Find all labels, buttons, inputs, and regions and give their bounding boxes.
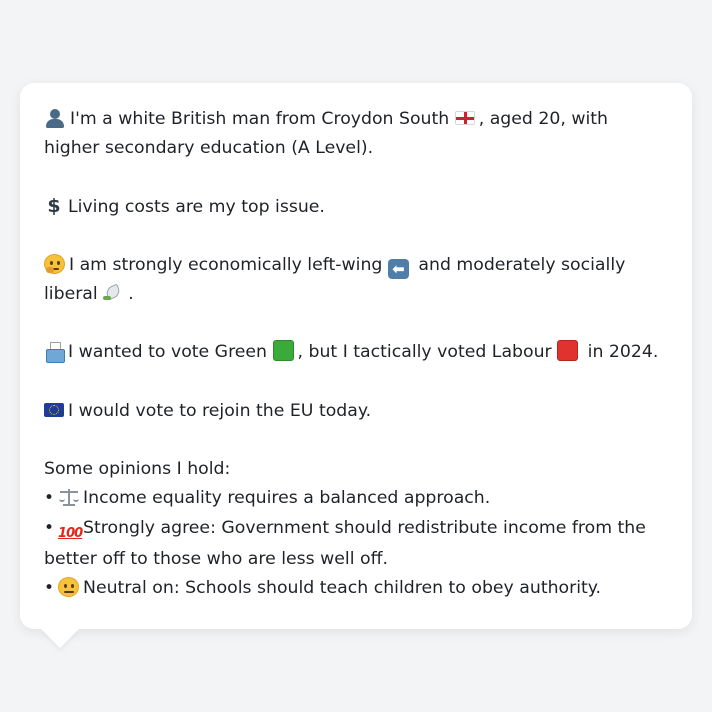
eu-flag-icon <box>44 402 64 417</box>
opinion-item: • Income equality requires a balanced app… <box>44 484 668 513</box>
eu-text: I would vote to rejoin the EU today. <box>68 400 372 421</box>
top-issue-paragraph: $ Living costs are my top issue. <box>44 193 668 222</box>
opinion-item: • 100Strongly agree: Government should re… <box>44 514 668 574</box>
opinions-heading: Some opinions I hold: <box>44 459 231 480</box>
opinion-text: Income equality requires a balanced appr… <box>83 488 491 509</box>
opinion-text: Neutral on: Schools should teach childre… <box>83 577 602 598</box>
ideology-text-end: . <box>128 284 134 305</box>
vote-text-cont: , but I tactically voted Labour <box>297 342 552 363</box>
vote-text-end: in 2024. <box>587 342 659 363</box>
bullet: • <box>44 488 55 509</box>
ideology-text: I am strongly economically left-wing <box>69 254 383 275</box>
eu-paragraph: I would vote to rejoin the EU today. <box>44 397 668 426</box>
dove-icon <box>103 283 124 303</box>
dollar-icon: $ <box>47 194 61 217</box>
thinking-face-icon <box>44 253 65 274</box>
balance-scale-icon <box>58 487 80 507</box>
vote-text: I wanted to vote Green <box>68 342 268 363</box>
top-issue-text: Living costs are my top issue. <box>68 196 325 217</box>
message-bubble: I'm a white British man from Croydon Sou… <box>20 83 692 629</box>
opinion-item: • Neutral on: Schools should teach childr… <box>44 574 668 603</box>
opinion-text: Strongly agree: Government should redist… <box>44 517 646 569</box>
red-square-icon <box>557 340 579 362</box>
vote-paragraph: I wanted to vote Green , but I tacticall… <box>44 338 668 367</box>
ballot-box-icon <box>44 341 65 364</box>
neutral-face-icon <box>58 576 80 597</box>
opinions-section: Some opinions I hold: • Income equality r… <box>44 455 668 603</box>
ideology-paragraph: I am strongly economically left-wing ⬅ a… <box>44 251 668 310</box>
hundred-points-icon: 100 <box>58 525 83 541</box>
green-square-icon <box>272 340 294 362</box>
person-icon <box>44 108 66 128</box>
england-flag-icon <box>454 111 475 125</box>
identity-paragraph: I'm a white British man from Croydon Sou… <box>44 105 668 164</box>
bullet: • <box>44 517 55 538</box>
identity-text: I'm a white British man from Croydon Sou… <box>70 109 450 129</box>
left-arrow-icon: ⬅ <box>387 258 409 279</box>
bullet: • <box>44 577 55 598</box>
bubble-tail <box>41 629 79 648</box>
